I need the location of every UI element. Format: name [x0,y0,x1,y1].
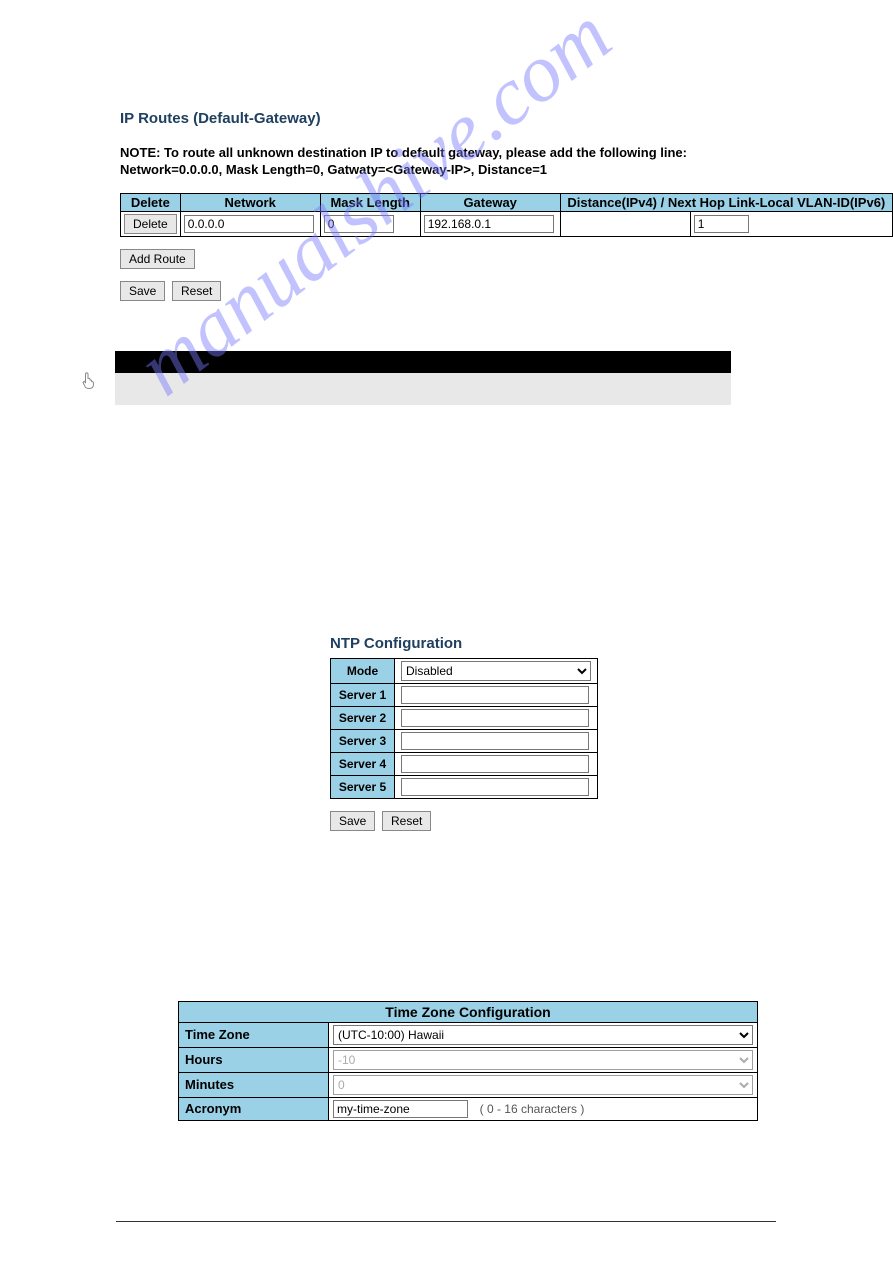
ntp-server3-label: Server 3 [331,729,395,752]
note-line-1: NOTE: To route all unknown destination I… [120,145,687,160]
page-footer-rule [116,1221,776,1222]
ntp-server1-label: Server 1 [331,683,395,706]
tz-zone-label: Time Zone [179,1022,329,1047]
tz-acronym-label: Acronym [179,1097,329,1120]
ntp-table: Mode Disabled Server 1 Server 2 Server 3… [330,658,598,799]
tz-hours-select: -10 [333,1050,753,1070]
ntp-save-button[interactable]: Save [330,811,375,831]
tz-hours-label: Hours [179,1047,329,1072]
save-button[interactable]: Save [120,281,165,301]
ntp-server2-label: Server 2 [331,706,395,729]
col-distance: Distance(IPv4) / Next Hop Link-Local VLA… [560,193,892,211]
network-input[interactable] [184,215,314,233]
gateway-input[interactable] [424,215,554,233]
tz-acronym-hint: ( 0 - 16 characters ) [480,1102,585,1116]
add-route-button[interactable]: Add Route [120,249,195,269]
note-line-2: Network=0.0.0.0, Mask Length=0, Gatwaty=… [120,162,547,177]
ip-routes-title: IP Routes (Default-Gateway) [120,110,893,127]
tz-title: Time Zone Configuration [179,1001,758,1022]
col-mask-length: Mask Length [320,193,420,211]
col-delete: Delete [121,193,181,211]
col-gateway: Gateway [420,193,560,211]
hand-pointer-icon [78,370,98,390]
ntp-server3-input[interactable] [401,732,589,750]
distance-input[interactable] [694,215,749,233]
col-network: Network [180,193,320,211]
mask-length-input[interactable] [324,215,394,233]
ntp-server5-label: Server 5 [331,775,395,798]
ntp-mode-label: Mode [331,658,395,683]
ntp-server4-label: Server 4 [331,752,395,775]
reset-button[interactable]: Reset [172,281,221,301]
tz-minutes-select: 0 [333,1075,753,1095]
ntp-server2-input[interactable] [401,709,589,727]
ntp-server1-input[interactable] [401,686,589,704]
tz-zone-select[interactable]: (UTC-10:00) Hawaii [333,1025,753,1045]
timezone-table: Time Zone Configuration Time Zone (UTC-1… [178,1001,758,1121]
tz-minutes-label: Minutes [179,1072,329,1097]
delete-button[interactable]: Delete [124,214,177,234]
ip-routes-note: NOTE: To route all unknown destination I… [120,145,893,179]
black-bar-divider [115,351,731,373]
table-row: Delete [121,211,893,236]
ntp-server5-input[interactable] [401,778,589,796]
ntp-server4-input[interactable] [401,755,589,773]
ip-routes-table: Delete Network Mask Length Gateway Dista… [120,193,893,237]
ntp-title: NTP Configuration [330,635,893,652]
gray-strip [115,373,731,405]
ntp-mode-select[interactable]: Disabled [401,661,591,681]
tz-acronym-input[interactable] [333,1100,468,1118]
ntp-reset-button[interactable]: Reset [382,811,431,831]
